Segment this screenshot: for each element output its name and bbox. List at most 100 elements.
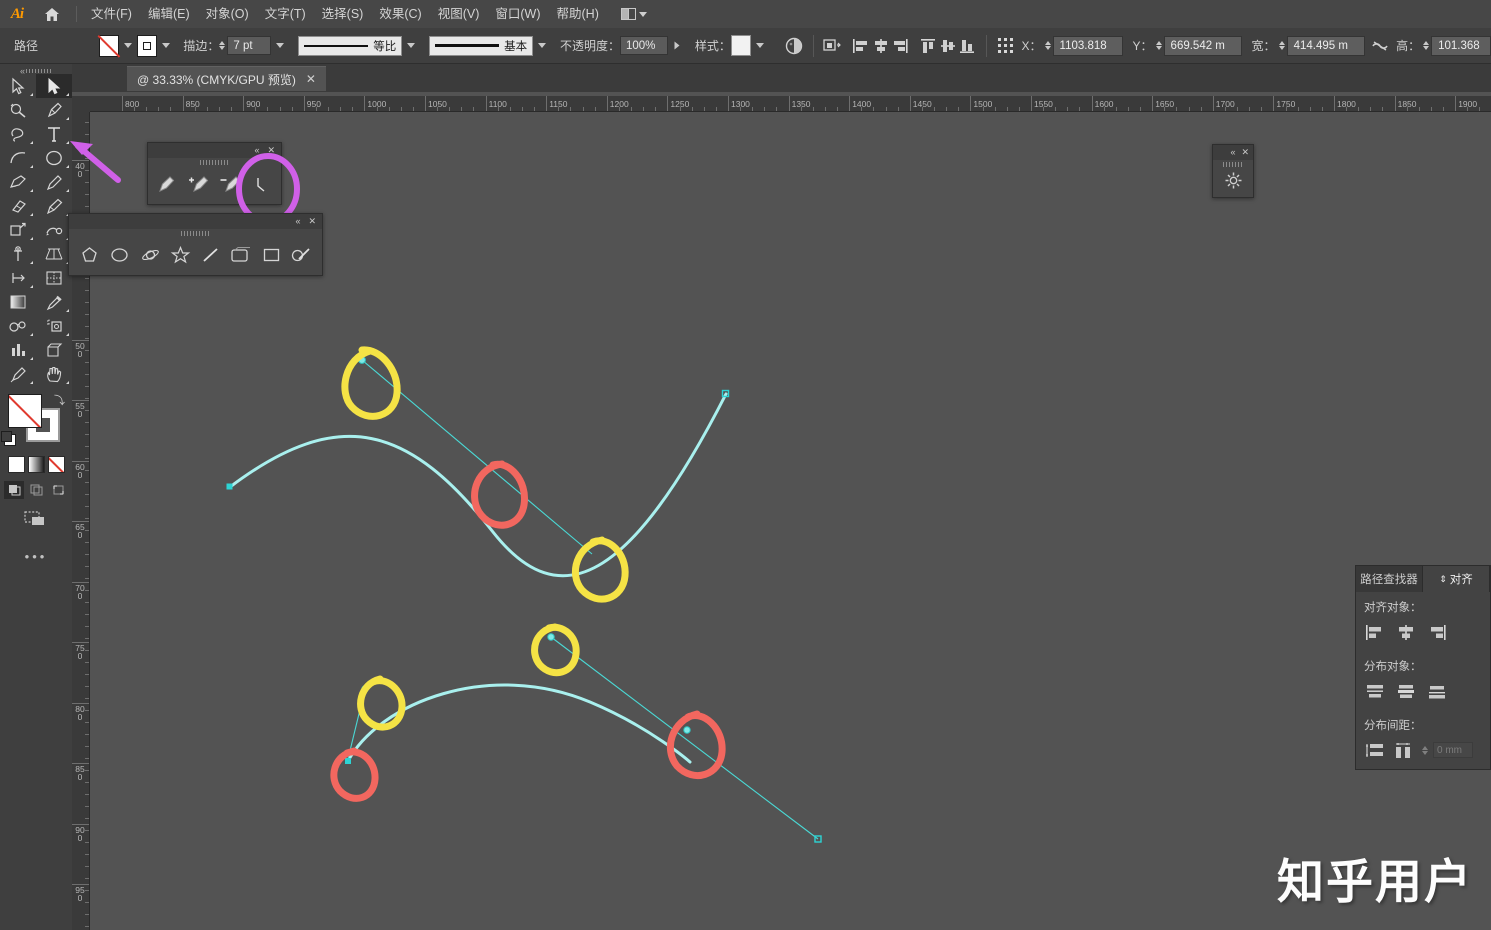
pen-tool-flyout-delete-anchor[interactable] bbox=[218, 171, 244, 197]
artboard-tool[interactable] bbox=[36, 338, 72, 362]
eyedropper-tool[interactable] bbox=[36, 290, 72, 314]
hand-tool[interactable] bbox=[36, 362, 72, 386]
mini-panel-header[interactable]: « ✕ bbox=[1213, 145, 1253, 160]
symbol-sprayer-tool[interactable] bbox=[36, 314, 72, 338]
collapse-icon[interactable]: « bbox=[295, 217, 300, 226]
free-transform-tool[interactable] bbox=[0, 218, 36, 242]
close-icon[interactable]: ✕ bbox=[308, 217, 316, 226]
distribute-spacing-field[interactable]: 0 mm bbox=[1422, 742, 1473, 758]
collapse-icon[interactable]: « bbox=[254, 146, 259, 155]
align-left-button[interactable] bbox=[1364, 623, 1386, 641]
close-icon[interactable]: ✕ bbox=[1241, 148, 1249, 157]
color-mode-none[interactable] bbox=[47, 456, 65, 473]
distribute-horizontal-spacing-button[interactable] bbox=[1393, 741, 1415, 759]
pathfinder-align-panel[interactable]: 路径查找器 ⇕ 对齐 对齐对象： 分布对象： 分布间距： 0 mm bbox=[1355, 565, 1491, 770]
column-graph-tool[interactable] bbox=[0, 338, 36, 362]
fill-dropdown-icon[interactable] bbox=[123, 43, 132, 48]
pen-tool-flyout-add-anchor[interactable] bbox=[186, 171, 212, 197]
stroke-dropdown-icon[interactable] bbox=[161, 43, 170, 48]
draw-inside-mode[interactable] bbox=[48, 481, 68, 499]
distribute-top-button[interactable] bbox=[1364, 682, 1386, 700]
horizontal-ruler[interactable]: 800 850 900 950 1000 1050 1100 1150 1200 1250 1300… bbox=[90, 96, 1491, 112]
pen-tool-flyout-pen[interactable] bbox=[154, 171, 180, 197]
color-mode-gradient[interactable] bbox=[27, 456, 45, 473]
lower-path-anchor-mid[interactable] bbox=[683, 726, 691, 734]
distribute-vertical-spacing-button[interactable] bbox=[1364, 741, 1386, 759]
tab-pathfinder[interactable]: 路径查找器 bbox=[1356, 566, 1423, 592]
shape-flyout-header[interactable]: « ✕ bbox=[69, 214, 322, 229]
curvature-tool[interactable] bbox=[0, 146, 36, 170]
lower-handle-endpoint-b[interactable] bbox=[547, 633, 555, 641]
menu-select[interactable]: 选择(S) bbox=[314, 4, 372, 25]
distribute-vertical-center-button[interactable] bbox=[1395, 682, 1417, 700]
shape-flyout-arc[interactable] bbox=[287, 242, 316, 268]
pencil-tool[interactable] bbox=[36, 170, 72, 194]
edit-toolbar-button[interactable]: ••• bbox=[0, 549, 72, 564]
lock-proportions-icon[interactable] bbox=[1371, 35, 1391, 57]
stroke-profile-dropdown-icon[interactable] bbox=[407, 43, 416, 48]
graphic-style-dropdown-icon[interactable] bbox=[755, 43, 764, 48]
align-bottom-button[interactable] bbox=[958, 35, 978, 57]
stroke-weight-dropdown-icon[interactable] bbox=[276, 43, 285, 48]
shape-tool-flyout[interactable]: « ✕ bbox=[68, 213, 323, 276]
menu-help[interactable]: 帮助(H) bbox=[549, 4, 607, 25]
pen-flyout-header[interactable]: « ✕ bbox=[148, 143, 281, 158]
shape-flyout-polygon[interactable] bbox=[75, 242, 104, 268]
distribute-bottom-button[interactable] bbox=[1426, 682, 1448, 700]
fill-color-swatch[interactable] bbox=[99, 34, 119, 57]
opacity-dropdown-icon[interactable] bbox=[674, 41, 680, 50]
menu-window[interactable]: 窗口(W) bbox=[487, 4, 548, 25]
pen-tool[interactable] bbox=[36, 98, 72, 122]
type-tool[interactable] bbox=[36, 122, 72, 146]
stroke-profile-select[interactable]: 等比 bbox=[298, 35, 403, 56]
gear-icon[interactable] bbox=[1224, 171, 1243, 195]
stroke-weight-input[interactable]: 7 pt bbox=[227, 36, 272, 55]
width-stepper[interactable] bbox=[1278, 41, 1285, 50]
x-input[interactable]: 1103.818 bbox=[1052, 35, 1123, 56]
perspective-grid-tool[interactable] bbox=[36, 242, 72, 266]
paintbrush-tool[interactable] bbox=[0, 170, 36, 194]
change-screen-mode-button[interactable] bbox=[0, 509, 72, 529]
align-left-button[interactable] bbox=[851, 35, 871, 57]
height-stepper[interactable] bbox=[1423, 41, 1430, 50]
y-input[interactable]: 669.542 m bbox=[1163, 35, 1242, 56]
height-input[interactable]: 101.368 bbox=[1431, 35, 1491, 56]
align-horizontal-center-button[interactable] bbox=[871, 35, 891, 57]
gradient-tool[interactable] bbox=[0, 290, 36, 314]
slice-tool[interactable] bbox=[0, 362, 36, 386]
ellipse-tool[interactable] bbox=[36, 146, 72, 170]
brush-definition-select[interactable]: 基本 bbox=[429, 35, 534, 56]
close-icon[interactable]: ✕ bbox=[306, 72, 316, 86]
shape-flyout-star[interactable] bbox=[166, 242, 195, 268]
swap-fill-stroke-icon[interactable]: ⤵ bbox=[54, 392, 65, 408]
shape-flyout-flare[interactable] bbox=[136, 242, 165, 268]
eraser-tool[interactable] bbox=[0, 194, 36, 218]
menu-type[interactable]: 文字(T) bbox=[257, 4, 314, 25]
blob-brush-tool[interactable] bbox=[36, 194, 72, 218]
pen-tool-flyout-anchor-point[interactable] bbox=[249, 171, 275, 197]
menu-edit[interactable]: 编辑(E) bbox=[140, 4, 198, 25]
align-top-button[interactable] bbox=[919, 35, 939, 57]
blend-tool[interactable] bbox=[0, 314, 36, 338]
direct-selection-tool[interactable] bbox=[36, 74, 72, 98]
transform-reference-point-icon[interactable] bbox=[996, 35, 1016, 57]
align-right-button[interactable] bbox=[1426, 623, 1448, 641]
stroke-weight-stepper[interactable] bbox=[219, 41, 226, 50]
menu-view[interactable]: 视图(V) bbox=[430, 4, 488, 25]
tab-align[interactable]: ⇕ 对齐 bbox=[1423, 566, 1490, 592]
spacing-stepper[interactable] bbox=[1422, 745, 1428, 755]
arrange-documents-button[interactable] bbox=[620, 8, 647, 20]
shape-flyout-ellipse[interactable] bbox=[105, 242, 134, 268]
home-icon[interactable] bbox=[34, 0, 70, 28]
menu-file[interactable]: 文件(F) bbox=[83, 4, 140, 25]
lasso-tool[interactable] bbox=[0, 122, 36, 146]
transform-panel-icon[interactable] bbox=[823, 35, 843, 57]
pen-tool-flyout[interactable]: « ✕ bbox=[147, 142, 282, 205]
align-vertical-center-button[interactable] bbox=[938, 35, 958, 57]
selection-tool[interactable] bbox=[0, 74, 36, 98]
stroke-color-swatch[interactable] bbox=[136, 34, 157, 57]
mini-floating-panel[interactable]: « ✕ bbox=[1212, 144, 1254, 198]
width-tool[interactable] bbox=[0, 266, 36, 290]
upper-path-anchor-start[interactable] bbox=[226, 483, 233, 490]
spacing-input[interactable]: 0 mm bbox=[1433, 742, 1473, 758]
